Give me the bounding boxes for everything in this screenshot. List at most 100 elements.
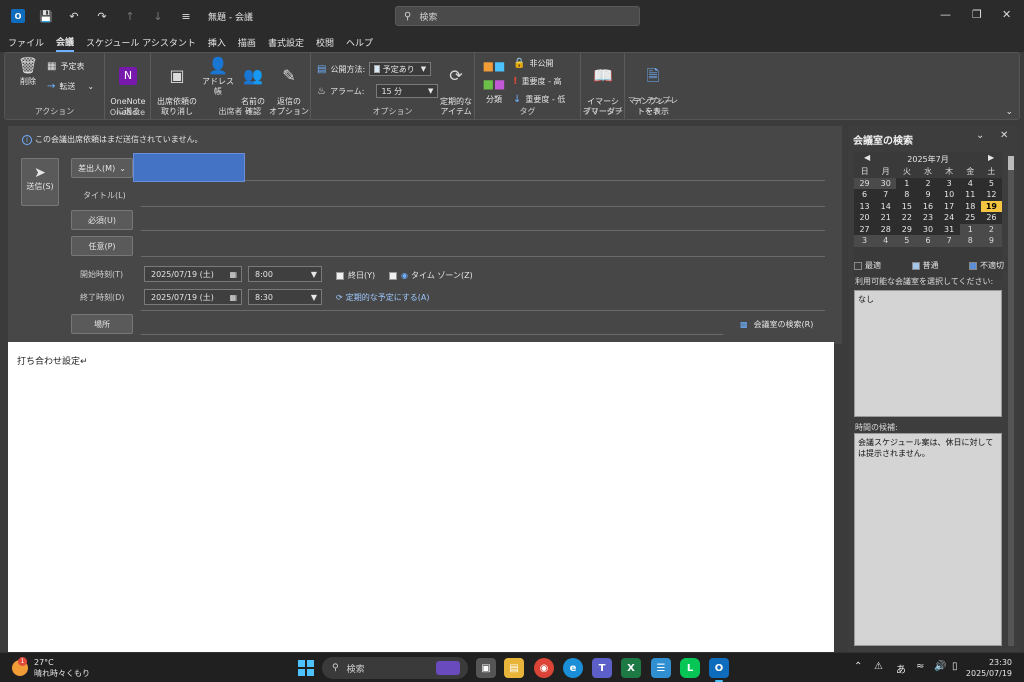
- calendar-day[interactable]: 3: [938, 177, 960, 189]
- outlook-taskbar-icon[interactable]: O: [709, 658, 729, 682]
- calendar-day[interactable]: 1: [959, 223, 981, 235]
- tab-format-text[interactable]: 書式設定: [268, 34, 304, 51]
- down-arrow-icon[interactable]: ↓: [148, 6, 168, 26]
- end-time-select[interactable]: 8:30 ▼: [248, 289, 322, 305]
- required-attendees-button[interactable]: 必須(U): [71, 210, 133, 230]
- calendar-day[interactable]: 21: [875, 212, 897, 224]
- calendar-day[interactable]: 24: [938, 212, 960, 224]
- calendar-day[interactable]: 12: [980, 189, 1002, 201]
- weather-widget[interactable]: 1 27°C 晴れ時々くもり: [12, 657, 90, 679]
- calendar-day[interactable]: 28: [875, 223, 897, 235]
- calendar-day[interactable]: 19: [980, 200, 1002, 212]
- address-book-button[interactable]: 👤 アドレス帳: [201, 57, 235, 97]
- forward-button[interactable]: → 転送 ⌄: [47, 81, 94, 92]
- calendar-day[interactable]: 9: [980, 235, 1002, 247]
- calendar-day[interactable]: 2: [917, 177, 939, 189]
- volume-icon[interactable]: 🔊: [934, 661, 946, 672]
- delete-button[interactable]: 🗑 削除: [13, 57, 43, 87]
- calendar-day[interactable]: 16: [917, 200, 939, 212]
- chevron-up-icon[interactable]: ⌃: [854, 661, 862, 672]
- calendar-day[interactable]: 1: [896, 177, 918, 189]
- suggested-times-list[interactable]: 会議スケジュール案は、休日に対しては提示されません。: [854, 433, 1002, 646]
- restore-icon[interactable]: ❐: [972, 8, 982, 21]
- private-button[interactable]: 🔒 非公開: [513, 58, 553, 69]
- calendar-day[interactable]: 2: [980, 223, 1002, 235]
- calendar-day[interactable]: 5: [980, 177, 1002, 189]
- up-arrow-icon[interactable]: ↑: [120, 6, 140, 26]
- send-button[interactable]: ➤ 送信(S): [21, 158, 59, 206]
- taskbar-search[interactable]: ⚲ 検索: [322, 657, 468, 679]
- calendar-day[interactable]: 4: [875, 235, 897, 247]
- calendar-day[interactable]: 15: [896, 200, 918, 212]
- notepad-icon[interactable]: ☰: [651, 658, 671, 678]
- chrome-icon[interactable]: ◉: [534, 658, 554, 678]
- file-explorer-icon[interactable]: ▤: [504, 658, 524, 678]
- clock[interactable]: 23:30 2025/07/19: [966, 657, 1012, 679]
- categorize-button[interactable]: ■■ ■■ 分類: [479, 57, 509, 105]
- location-input[interactable]: [141, 334, 723, 335]
- calendar-day[interactable]: 22: [896, 212, 918, 224]
- line-icon[interactable]: L: [680, 658, 700, 678]
- next-month-icon[interactable]: ▶: [988, 153, 994, 162]
- calendar-day[interactable]: 6: [917, 235, 939, 247]
- calendar-day[interactable]: 18: [959, 200, 981, 212]
- chevron-down-icon[interactable]: ⌄: [976, 130, 984, 141]
- calendar-day[interactable]: 29: [896, 223, 918, 235]
- undo-icon[interactable]: ↶: [64, 6, 84, 26]
- tab-file[interactable]: ファイル: [8, 34, 44, 51]
- title-search-box[interactable]: ⚲ 検索: [395, 6, 640, 26]
- pane-scrollbar[interactable]: [1008, 156, 1014, 646]
- calendar-day[interactable]: 3: [854, 235, 876, 247]
- calendar-day[interactable]: 20: [854, 212, 876, 224]
- teams-icon[interactable]: T: [592, 658, 612, 678]
- edge-icon[interactable]: e: [563, 658, 583, 678]
- calendar-day[interactable]: 7: [875, 189, 897, 201]
- calendar-day[interactable]: 27: [854, 223, 876, 235]
- calendar-day[interactable]: 25: [959, 212, 981, 224]
- calendar-button[interactable]: ▦ 予定表: [47, 61, 84, 72]
- tab-draw[interactable]: 描画: [238, 34, 256, 51]
- notification-off-icon[interactable]: ⚠: [874, 661, 883, 672]
- calendar-day[interactable]: 4: [959, 177, 981, 189]
- all-day-checkbox[interactable]: 終日(Y): [336, 270, 375, 281]
- calendar-day[interactable]: 8: [896, 189, 918, 201]
- close-icon[interactable]: ✕: [1002, 8, 1011, 21]
- collapse-ribbon-icon[interactable]: ⌄: [1005, 107, 1013, 117]
- from-button[interactable]: 差出人(M) ⌄: [71, 158, 133, 178]
- calendar-day[interactable]: 8: [959, 235, 981, 247]
- calendar-day[interactable]: 6: [854, 189, 876, 201]
- ime-indicator[interactable]: あ: [896, 661, 906, 676]
- calendar-day[interactable]: 23: [917, 212, 939, 224]
- tab-scheduling-assistant[interactable]: スケジュール アシスタント: [86, 34, 196, 51]
- optional-attendees-button[interactable]: 任意(P): [71, 236, 133, 256]
- tab-insert[interactable]: 挿入: [208, 34, 226, 51]
- start-date-picker[interactable]: 2025/07/19 (土) ▦: [144, 266, 242, 282]
- calendar-day[interactable]: 11: [959, 189, 981, 201]
- calendar-day[interactable]: 17: [938, 200, 960, 212]
- minimize-icon[interactable]: —: [940, 8, 951, 21]
- message-body[interactable]: 打ち合わせ設定↵: [8, 342, 834, 652]
- close-pane-icon[interactable]: ✕: [1000, 130, 1008, 141]
- high-importance-button[interactable]: ! 重要度 - 高: [513, 76, 562, 87]
- show-as-select[interactable]: 予定あり ▼: [369, 62, 432, 76]
- calendar-day[interactable]: 30: [917, 223, 939, 235]
- start-time-select[interactable]: 8:00 ▼: [248, 266, 322, 282]
- calendar-day[interactable]: 31: [938, 223, 960, 235]
- tab-help[interactable]: ヘルプ: [346, 34, 373, 51]
- calendar-day[interactable]: 5: [896, 235, 918, 247]
- calendar-day[interactable]: 30: [875, 177, 897, 189]
- optional-attendees-input[interactable]: [141, 256, 825, 257]
- from-account-field[interactable]: [133, 153, 245, 182]
- tab-meeting[interactable]: 会議: [56, 33, 75, 52]
- calendar-day[interactable]: 29: [854, 177, 876, 189]
- calendar-day[interactable]: 14: [875, 200, 897, 212]
- low-importance-button[interactable]: ↓ 重要度 - 低: [513, 94, 565, 105]
- calendar-day[interactable]: 10: [938, 189, 960, 201]
- end-date-picker[interactable]: 2025/07/19 (土) ▦: [144, 289, 242, 305]
- calendar-day[interactable]: 26: [980, 212, 1002, 224]
- redo-icon[interactable]: ↷: [92, 6, 112, 26]
- rooms-list[interactable]: なし: [854, 290, 1002, 417]
- task-view-icon[interactable]: ▣: [476, 658, 496, 678]
- start-button[interactable]: [298, 660, 314, 676]
- tab-review[interactable]: 校閲: [316, 34, 334, 51]
